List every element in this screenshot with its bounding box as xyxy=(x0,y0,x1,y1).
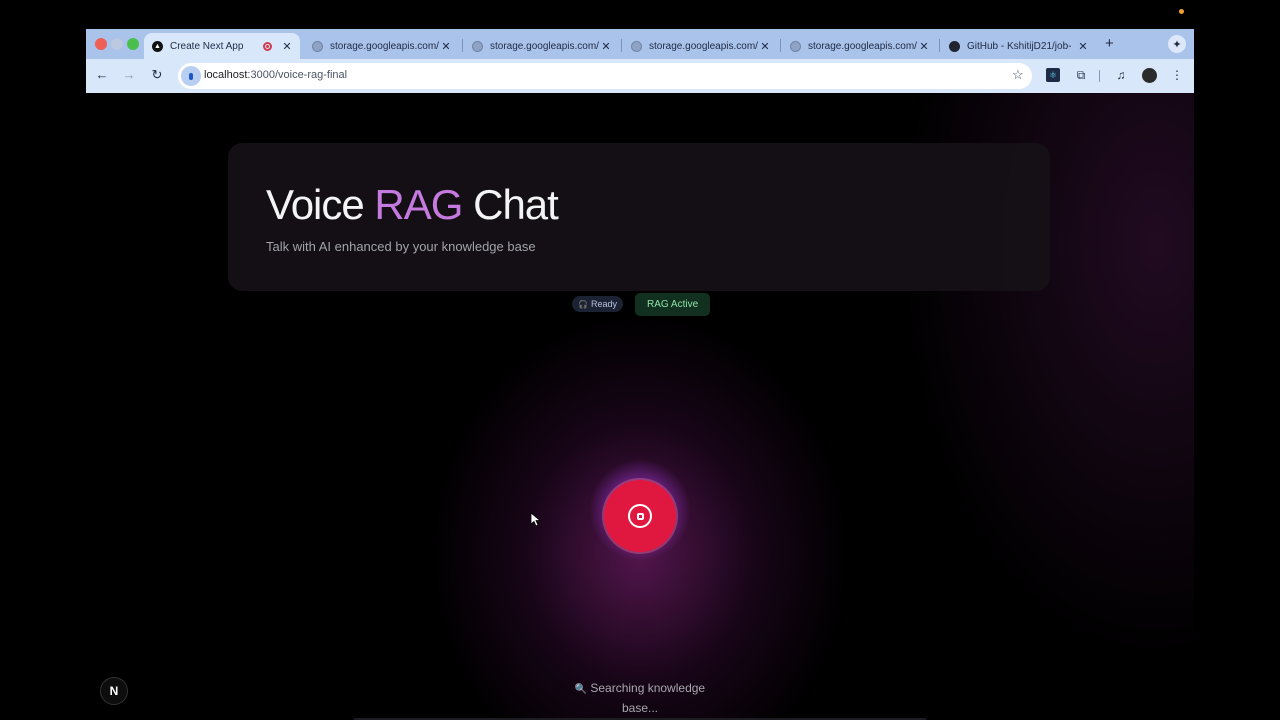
tab-label: storage.googleapis.com/ xyxy=(330,40,439,52)
url-host: localhost xyxy=(204,69,248,81)
rag-active-badge: RAG Active xyxy=(635,293,711,316)
forward-icon[interactable]: → xyxy=(120,67,138,82)
more-menu-icon[interactable]: ⋮ xyxy=(1170,68,1184,82)
tab-storage-3[interactable]: storage.googleapis.com/ ✕ xyxy=(623,33,778,59)
url-text[interactable]: localhost:3000/voice-rag-final xyxy=(204,69,347,81)
reload-icon[interactable]: ↻ xyxy=(148,67,166,83)
tab-github[interactable]: GitHub - KshitijD21/job- ✕ xyxy=(941,33,1096,59)
browser-toolbar: ← → ↻ localhost:3000/voice-rag-final ☆ ⚛… xyxy=(86,59,1194,93)
page-content: Voice RAG Chat Talk with AI enhanced by … xyxy=(86,93,1194,720)
status-message: 🔍 Searching knowledge base... xyxy=(560,679,720,717)
globe-icon xyxy=(631,40,642,52)
tab-close-icon[interactable]: ✕ xyxy=(439,40,453,53)
globe-icon xyxy=(472,40,483,52)
tab-label: storage.googleapis.com/ xyxy=(808,40,917,52)
close-window-button[interactable] xyxy=(95,38,107,50)
title-part-chat: Chat xyxy=(462,181,559,228)
page-subtitle: Talk with AI enhanced by your knowledge … xyxy=(266,239,536,254)
recording-icon xyxy=(263,41,272,51)
tab-label: GitHub - KshitijD21/job- xyxy=(967,40,1072,52)
extensions-puzzle-icon[interactable]: ⧉ xyxy=(1074,68,1088,82)
tab-separator xyxy=(462,39,463,52)
headphones-icon: 🎧 xyxy=(578,299,588,309)
tab-storage-2[interactable]: storage.googleapis.com/ ✕ xyxy=(464,33,619,59)
globe-icon xyxy=(312,40,323,52)
maximize-window-button[interactable] xyxy=(127,38,139,50)
status-badge: 🎧 Ready xyxy=(572,296,623,312)
gemini-icon[interactable]: ✦ xyxy=(1168,35,1186,53)
mouse-cursor-icon xyxy=(531,513,541,527)
status-badge-label: Ready xyxy=(590,299,617,309)
rag-badge-label: RAG Active xyxy=(647,299,699,310)
new-tab-button[interactable]: + xyxy=(1105,35,1114,52)
bookmark-star-icon[interactable]: ☆ xyxy=(1012,67,1024,83)
tab-separator xyxy=(621,39,622,52)
page-title: Voice RAG Chat xyxy=(266,181,559,229)
minimize-window-button[interactable] xyxy=(111,38,123,50)
back-icon[interactable]: ← xyxy=(93,67,111,82)
status-text: Searching knowledge base... xyxy=(590,681,706,715)
tab-label: storage.googleapis.com/ xyxy=(649,40,758,52)
tab-separator xyxy=(780,39,781,52)
tab-close-icon[interactable]: ✕ xyxy=(1076,40,1090,53)
tab-close-icon[interactable]: ✕ xyxy=(599,40,613,53)
next-dev-indicator[interactable]: N xyxy=(100,677,128,705)
tab-storage-1[interactable]: storage.googleapis.com/ ✕ xyxy=(304,33,459,59)
tab-close-icon[interactable]: ✕ xyxy=(280,40,294,53)
tab-strip: ▲ Create Next App ✕ storage.googleapis.c… xyxy=(86,29,1194,59)
hero-card: Voice RAG Chat Talk with AI enhanced by … xyxy=(228,143,1050,291)
search-icon: 🔍 xyxy=(574,684,588,695)
profile-avatar[interactable] xyxy=(1142,68,1157,83)
globe-icon xyxy=(790,40,801,52)
toolbar-divider xyxy=(1099,70,1100,82)
url-path: :3000/voice-rag-final xyxy=(247,69,348,81)
media-controls-icon[interactable]: ♫ xyxy=(1114,68,1128,82)
tab-label: storage.googleapis.com/ xyxy=(490,40,599,52)
notification-dot xyxy=(1179,9,1184,14)
tab-label: Create Next App xyxy=(170,40,244,52)
stop-recording-button[interactable] xyxy=(604,480,676,552)
browser-window: ▲ Create Next App ✕ storage.googleapis.c… xyxy=(86,29,1194,720)
microphone-indicator-icon[interactable] xyxy=(181,66,201,86)
title-accent-rag: RAG xyxy=(374,181,463,228)
tab-close-icon[interactable]: ✕ xyxy=(758,40,772,53)
address-bar[interactable]: localhost:3000/voice-rag-final ☆ xyxy=(178,63,1032,89)
title-part-voice: Voice xyxy=(266,181,375,228)
tab-separator xyxy=(939,39,940,52)
tab-create-next-app[interactable]: ▲ Create Next App ✕ xyxy=(144,33,300,59)
tab-storage-4[interactable]: storage.googleapis.com/ ✕ xyxy=(782,33,937,59)
react-devtools-icon[interactable]: ⚛ xyxy=(1046,68,1060,82)
next-icon: ▲ xyxy=(152,40,163,52)
tab-close-icon[interactable]: ✕ xyxy=(917,40,931,53)
github-icon xyxy=(949,40,960,52)
stop-icon xyxy=(628,504,652,528)
